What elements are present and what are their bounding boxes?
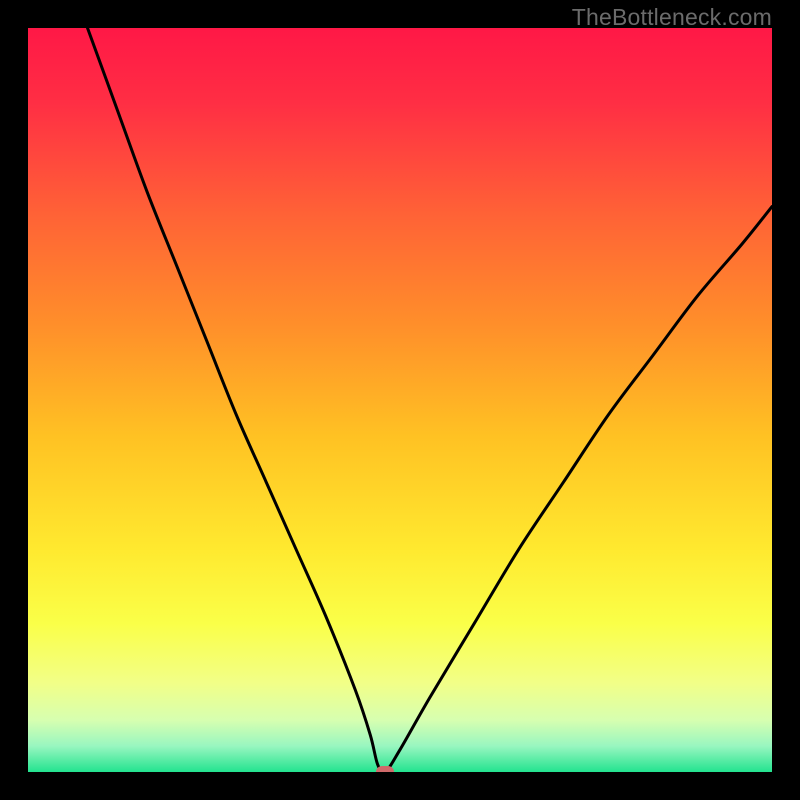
minimum-marker xyxy=(376,766,394,772)
watermark-text: TheBottleneck.com xyxy=(572,4,772,31)
bottleneck-curve xyxy=(28,28,772,772)
chart-frame: TheBottleneck.com xyxy=(0,0,800,800)
plot-area xyxy=(28,28,772,772)
